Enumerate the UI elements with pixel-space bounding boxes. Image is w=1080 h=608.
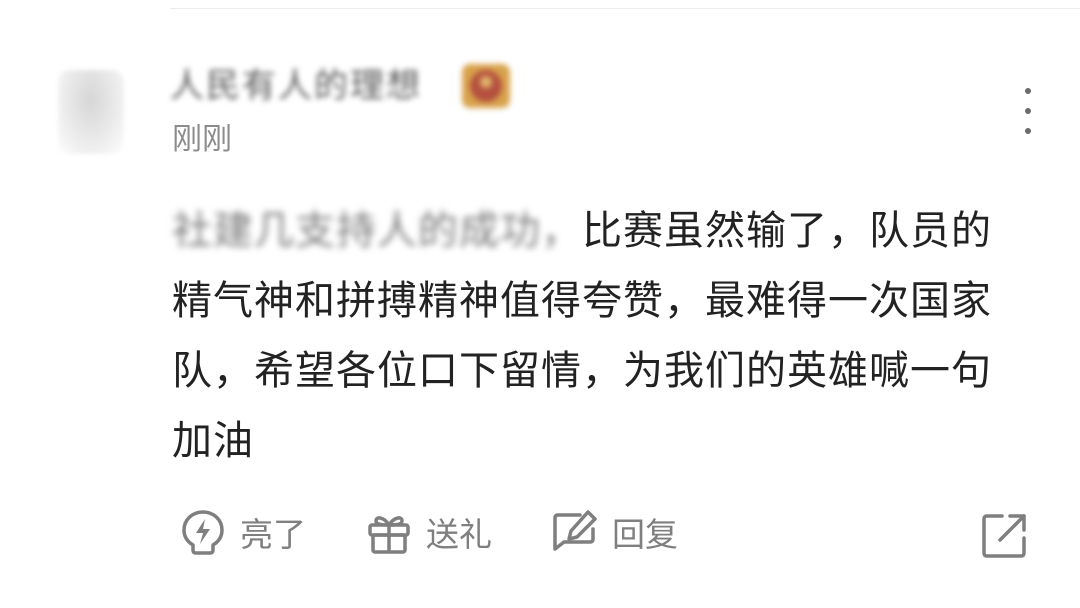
gift-button[interactable]: 送礼 — [364, 500, 492, 564]
edit-icon — [553, 510, 597, 551]
avatar[interactable] — [58, 70, 124, 154]
lightning-icon — [182, 510, 224, 555]
top-divider — [170, 8, 1080, 9]
comment-text: 社建几支持人的成功，比赛虽然输了，队员的精气神和拼搏精神值得夸赞，最难得一次国家… — [172, 196, 1012, 476]
like-button[interactable]: 亮了 — [178, 500, 306, 564]
reply-button[interactable]: 回复 — [550, 500, 678, 564]
more-dot — [1025, 128, 1031, 134]
gift-icon — [368, 516, 410, 554]
share-icon[interactable] — [980, 510, 1030, 560]
timestamp: 刚刚 — [172, 122, 232, 157]
author-badge-icon — [462, 64, 510, 108]
like-label: 亮了 — [240, 515, 306, 554]
more-dot — [1025, 88, 1031, 94]
gift-label: 送礼 — [426, 515, 492, 554]
more-vertical-icon[interactable] — [1012, 88, 1044, 134]
comment-actions: 亮了 送礼 回复 — [172, 500, 1032, 564]
author-name[interactable]: 人民有人的理想 — [170, 64, 422, 108]
more-dot — [1025, 108, 1031, 114]
reply-label: 回复 — [612, 515, 678, 554]
mention-link[interactable]: 社建几支持人的成功， — [172, 208, 582, 254]
